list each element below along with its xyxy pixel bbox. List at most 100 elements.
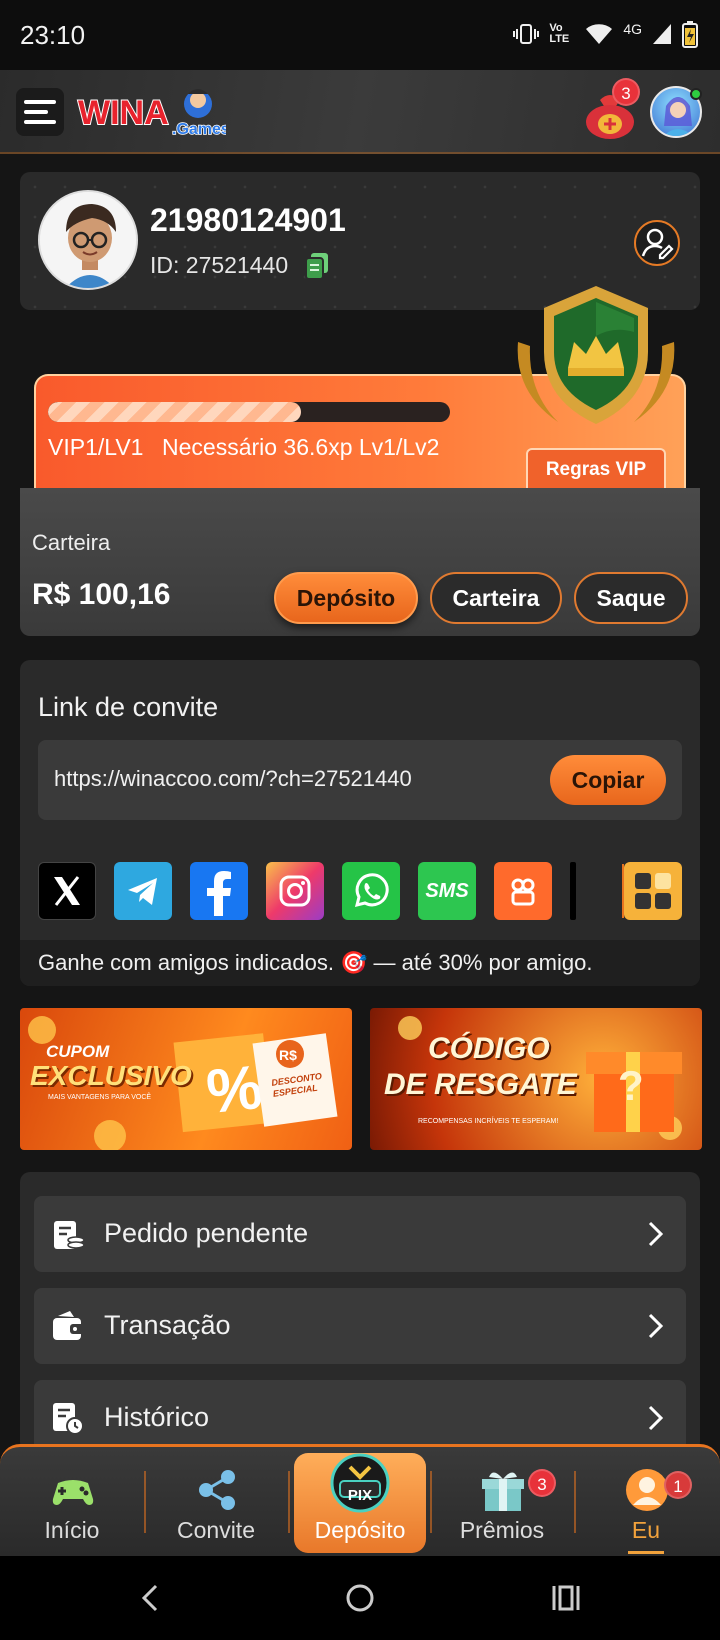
nav-label: Convite (177, 1517, 255, 1543)
system-navigation-bar (0, 1556, 720, 1640)
recents-icon[interactable] (550, 1582, 582, 1614)
coupon-line1: CUPOM (46, 1042, 110, 1061)
redeem-line1: CÓDIGO (428, 1032, 550, 1065)
wallet-button[interactable]: Carteira (430, 572, 562, 624)
sms-share-button[interactable]: SMS (418, 862, 476, 920)
whatsapp-share-button[interactable] (342, 862, 400, 920)
bottom-navigation: Início Convite PIX Depósito Prêmios 3 Eu… (0, 1444, 720, 1556)
kwai-share-button[interactable] (494, 862, 552, 920)
profile-username: 21980124901 (150, 202, 346, 238)
social-share-row: SMS (38, 862, 682, 920)
wallet-icon (53, 1311, 84, 1340)
nav-me[interactable]: Eu 1 (576, 1447, 716, 1557)
nav-label: Prêmios (459, 1517, 545, 1543)
app-logo[interactable]: WINA .Games (76, 84, 226, 140)
vip-progress-bar (48, 402, 450, 422)
vip-progress-fill (48, 402, 302, 422)
wallet-balance: R$ 100,16 (32, 578, 171, 611)
coupon-line2: EXCLUSIVO (30, 1060, 192, 1091)
invite-note: Ganhe com amigos indicados. 🎯 — até 30% … (20, 940, 700, 986)
x-icon (54, 876, 80, 906)
account-menu: Pedido pendente Transação Histórico (20, 1172, 700, 1452)
vibrate-icon (513, 24, 540, 44)
svg-text:WINA: WINA (78, 94, 169, 132)
invite-link-box: https://winaccoo.com/?ch=27521440 Copiar (38, 740, 682, 820)
facebook-icon (207, 871, 231, 916)
menu-item-history[interactable]: Histórico (34, 1380, 686, 1452)
network-type: 4G (623, 21, 642, 37)
gift-icon (482, 1472, 524, 1511)
history-icon (53, 1403, 84, 1435)
gamepad-icon (52, 1480, 94, 1505)
invite-panel: Link de convite https://winaccoo.com/?ch… (20, 660, 700, 986)
prizes-badge: 3 (528, 1469, 556, 1497)
vip-requirement: Necessário 36.6xp Lv1/Lv2 (162, 434, 440, 460)
instagram-share-button[interactable] (266, 862, 324, 920)
redeem-subtitle: RECOMPENSAS INCRÍVEIS TE ESPERAM! (418, 1118, 559, 1125)
invite-url: https://winaccoo.com/?ch=27521440 (54, 766, 412, 791)
redeem-line2: DE RESGATE (384, 1068, 577, 1101)
pix-label: PIX (347, 1487, 373, 1504)
online-status-dot (690, 88, 702, 100)
profile-avatar[interactable] (38, 190, 138, 290)
vip-shield-icon (517, 286, 675, 424)
signal-icon (653, 24, 671, 44)
app-header: WINA .Games 3 (0, 70, 720, 154)
menu-item-label: Histórico (104, 1402, 210, 1432)
home-icon[interactable] (344, 1582, 376, 1614)
facebook-share-button[interactable] (190, 862, 248, 920)
vip-level: VIP1/LV1 (48, 434, 144, 460)
user-icon (626, 1469, 668, 1511)
vip-rules-button[interactable]: Regras VIP (526, 448, 666, 490)
nav-deposit[interactable]: PIX Depósito (290, 1447, 430, 1557)
system-icons: Vo LTE 4G (513, 20, 698, 48)
wallet-panel: Carteira R$ 100,16 Depósito Carteira Saq… (20, 488, 700, 636)
nav-label: Eu (631, 1517, 661, 1543)
coupon-banner[interactable]: % R$ CUPOM EXCLUSIVO MAIS VANTAGENS PARA… (20, 1008, 352, 1150)
menu-item-label: Pedido pendente (104, 1218, 309, 1248)
copy-link-button[interactable]: Copiar (550, 755, 666, 805)
edit-profile-button[interactable] (634, 220, 680, 266)
rewards-badge: 3 (612, 78, 640, 106)
more-apps-button[interactable] (624, 862, 682, 920)
withdraw-button[interactable]: Saque (574, 572, 688, 624)
volte-icon: Vo LTE (549, 22, 570, 45)
sms-icon: SMS (425, 879, 469, 902)
menu-item-label: Transação (104, 1310, 231, 1340)
pix-icon (330, 1453, 390, 1513)
telegram-icon (128, 878, 157, 905)
instagram-icon (279, 875, 311, 907)
whatsapp-icon (354, 873, 389, 908)
svg-text:?: ? (618, 1062, 644, 1109)
user-edit-icon (641, 228, 674, 260)
clock: 23:10 (20, 20, 86, 50)
battery-icon (682, 21, 698, 48)
chevron-right-icon (648, 1405, 664, 1431)
chevron-right-icon (648, 1221, 664, 1247)
coupon-subtitle: MAIS VANTAGENS PARA VOCÊ (48, 1094, 152, 1101)
nav-prizes[interactable]: Prêmios 3 (432, 1447, 572, 1557)
kwai-icon (511, 878, 535, 906)
x-share-button[interactable] (38, 862, 96, 920)
chevron-right-icon (648, 1313, 664, 1339)
nav-label: Início (44, 1517, 100, 1543)
profile-id: ID: 27521440 (150, 252, 289, 278)
menu-item-pending-orders[interactable]: Pedido pendente (34, 1196, 686, 1272)
nav-home[interactable]: Início (2, 1447, 142, 1557)
hidden-share-edge (570, 862, 576, 920)
active-tab-underline (628, 1551, 664, 1554)
hamburger-icon (24, 100, 56, 124)
menu-item-transactions[interactable]: Transação (34, 1288, 686, 1364)
pending-order-icon (54, 1221, 85, 1249)
copy-id-icon[interactable] (304, 252, 330, 280)
wifi-icon (586, 24, 613, 44)
menu-button[interactable] (16, 88, 64, 136)
deposit-button[interactable]: Depósito (274, 572, 418, 624)
nav-invite[interactable]: Convite (146, 1447, 286, 1557)
more-apps-icon (635, 873, 671, 909)
nav-label: Depósito (314, 1517, 406, 1543)
redeem-code-banner[interactable]: ? CÓDIGO DE RESGATE RECOMPENSAS INCRÍVEI… (370, 1008, 702, 1150)
back-icon[interactable] (136, 1582, 166, 1614)
telegram-share-button[interactable] (114, 862, 172, 920)
status-bar: 23:10 Vo LTE 4G (0, 0, 720, 70)
